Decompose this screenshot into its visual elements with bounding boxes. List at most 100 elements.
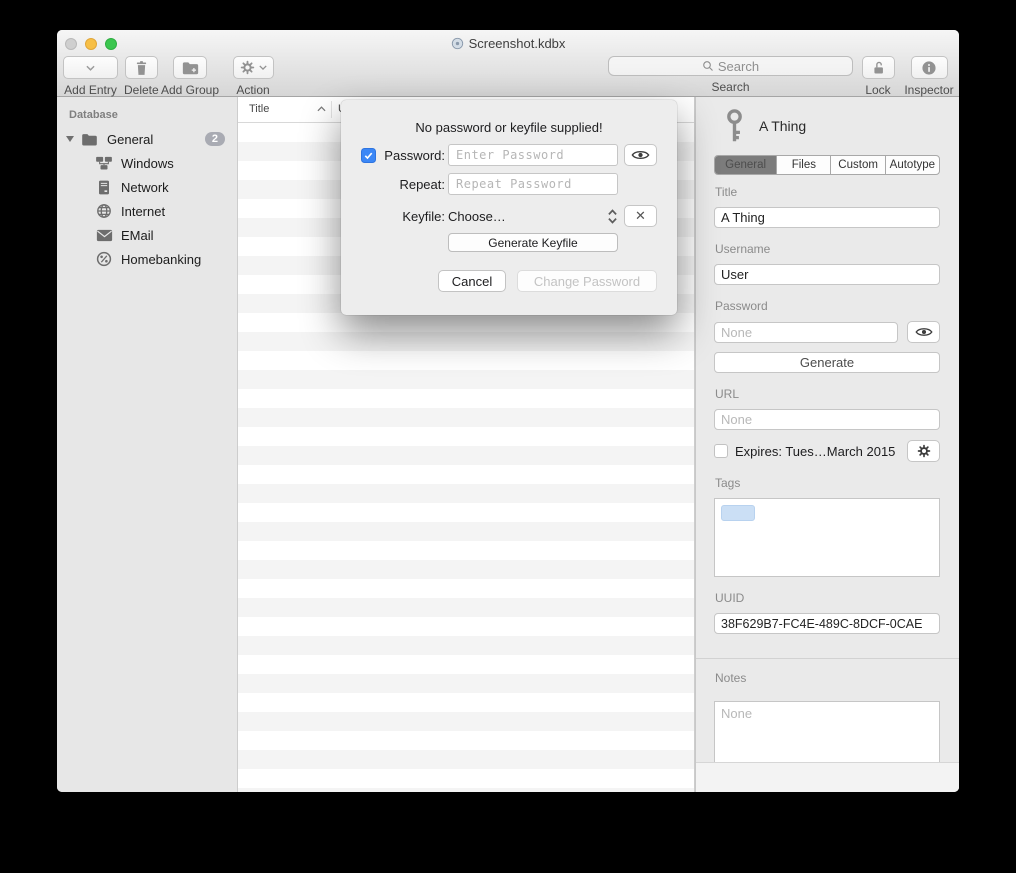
- app-window: Screenshot.kdbx Add Entry Delete: [57, 30, 959, 792]
- search-toolbar-item: Search Search: [608, 56, 853, 94]
- column-header-title[interactable]: Title: [249, 103, 269, 115]
- dialog-password-row: Password:: [341, 144, 677, 167]
- uuid-field[interactable]: [714, 613, 940, 634]
- notes-field-label: Notes: [715, 671, 940, 685]
- tab-files[interactable]: Files: [776, 156, 830, 174]
- gear-icon: [240, 60, 255, 75]
- key-icon: [724, 108, 745, 145]
- sidebar-item-email[interactable]: EMail: [57, 223, 237, 247]
- unlock-icon: [871, 60, 886, 76]
- expires-settings-button[interactable]: [907, 440, 940, 462]
- change-password-button[interactable]: Change Password: [517, 270, 657, 292]
- username-field[interactable]: [714, 264, 940, 285]
- folder-plus-icon: [182, 61, 199, 75]
- sidebar-item-label: EMail: [121, 228, 154, 243]
- workgroup-icon: [95, 156, 113, 170]
- tab-general[interactable]: General: [715, 156, 776, 174]
- title-field[interactable]: [714, 207, 940, 228]
- entry-title: A Thing: [759, 118, 806, 134]
- generate-keyfile-button[interactable]: Generate Keyfile: [448, 233, 618, 252]
- envelope-icon: [95, 229, 113, 242]
- tags-field[interactable]: [714, 498, 940, 577]
- tab-custom[interactable]: Custom: [830, 156, 884, 174]
- generate-password-button[interactable]: Generate: [714, 352, 940, 373]
- percent-icon: [95, 251, 113, 267]
- search-placeholder: Search: [718, 59, 759, 74]
- action-label: Action: [236, 83, 269, 97]
- delete-button[interactable]: [125, 56, 158, 79]
- close-x-icon: ✕: [635, 208, 646, 224]
- dialog-repeat-input[interactable]: [448, 173, 618, 195]
- tab-autotype[interactable]: Autotype: [885, 156, 939, 174]
- url-field[interactable]: [714, 409, 940, 430]
- change-password-dialog: No password or keyfile supplied! Passwor…: [341, 100, 677, 315]
- dialog-reveal-password-button[interactable]: [624, 144, 657, 166]
- sidebar-item-general[interactable]: General 2: [57, 127, 237, 151]
- dialog-keyfile-row: Keyfile: Choose… ✕: [341, 205, 677, 228]
- trash-icon: [134, 60, 149, 76]
- disclosure-triangle-icon[interactable]: [66, 136, 74, 142]
- eye-icon: [631, 149, 650, 161]
- inspector-label: Inspector: [904, 83, 953, 97]
- expires-row: Expires: Tues…March 2015: [714, 440, 940, 462]
- chevron-down-icon: [259, 65, 267, 70]
- add-entry-toolbar-item: Add Entry: [63, 56, 118, 97]
- dialog-message: No password or keyfile supplied!: [341, 120, 677, 135]
- sidebar-item-windows[interactable]: Windows: [57, 151, 237, 175]
- sidebar-section-header: Database: [69, 109, 237, 121]
- delete-toolbar-item: Delete: [124, 56, 159, 97]
- sidebar-item-label: Homebanking: [121, 252, 201, 267]
- sidebar-item-label: Internet: [121, 204, 165, 219]
- entry-count-badge: 2: [205, 132, 225, 146]
- sidebar-item-homebanking[interactable]: Homebanking: [57, 247, 237, 271]
- stepper-icon[interactable]: [607, 208, 618, 225]
- search-input[interactable]: Search: [608, 56, 853, 76]
- lock-label: Lock: [865, 83, 890, 97]
- server-icon: [95, 180, 113, 195]
- keyfile-popup-button[interactable]: Choose…: [448, 205, 506, 228]
- search-label: Search: [711, 80, 749, 94]
- info-icon: [921, 60, 937, 76]
- sidebar-item-network[interactable]: Network: [57, 175, 237, 199]
- inspector-panel: A Thing General Files Custom Autotype Ti…: [695, 97, 959, 792]
- lock-button[interactable]: [862, 56, 895, 79]
- inspector-bottom-bar: [696, 762, 959, 792]
- tag-pill[interactable]: [721, 505, 755, 521]
- sidebar-item-internet[interactable]: Internet: [57, 199, 237, 223]
- add-entry-label: Add Entry: [64, 83, 117, 97]
- dialog-password-input[interactable]: [448, 144, 618, 166]
- dialog-repeat-label: Repeat:: [341, 173, 445, 196]
- column-separator[interactable]: [331, 101, 332, 118]
- chevron-down-icon[interactable]: [82, 57, 99, 78]
- sort-ascending-icon: [317, 106, 326, 112]
- action-button[interactable]: [233, 56, 274, 79]
- dialog-password-label: Password:: [341, 144, 445, 167]
- dialog-keyfile-label: Keyfile:: [341, 205, 445, 228]
- inspector-entry-header: A Thing: [714, 107, 940, 145]
- cancel-button[interactable]: Cancel: [438, 270, 506, 292]
- window-title-area: Screenshot.kdbx: [57, 36, 959, 51]
- password-field-label: Password: [715, 299, 940, 313]
- inspector-tabs: General Files Custom Autotype: [714, 155, 940, 175]
- eye-icon: [915, 326, 933, 338]
- dialog-repeat-row: Repeat:: [341, 173, 677, 196]
- reveal-password-button[interactable]: [907, 321, 940, 343]
- add-entry-button[interactable]: [63, 56, 118, 79]
- url-field-label: URL: [715, 387, 940, 401]
- tags-field-label: Tags: [715, 476, 940, 490]
- sidebar-item-label: Windows: [121, 156, 174, 171]
- title-field-label: Title: [715, 185, 940, 199]
- notes-separator: [696, 658, 959, 659]
- document-icon: [451, 37, 464, 50]
- password-field[interactable]: [714, 322, 898, 343]
- action-toolbar-item: Action: [230, 56, 276, 97]
- add-group-button[interactable]: [173, 56, 207, 79]
- expires-checkbox[interactable]: [714, 444, 728, 458]
- window-title: Screenshot.kdbx: [469, 36, 566, 51]
- sidebar-item-label: General: [107, 132, 153, 147]
- gear-icon: [917, 444, 931, 458]
- sidebar-item-label: Network: [121, 180, 169, 195]
- username-field-label: Username: [715, 242, 940, 256]
- clear-keyfile-button[interactable]: ✕: [624, 205, 657, 227]
- inspector-button[interactable]: [911, 56, 948, 79]
